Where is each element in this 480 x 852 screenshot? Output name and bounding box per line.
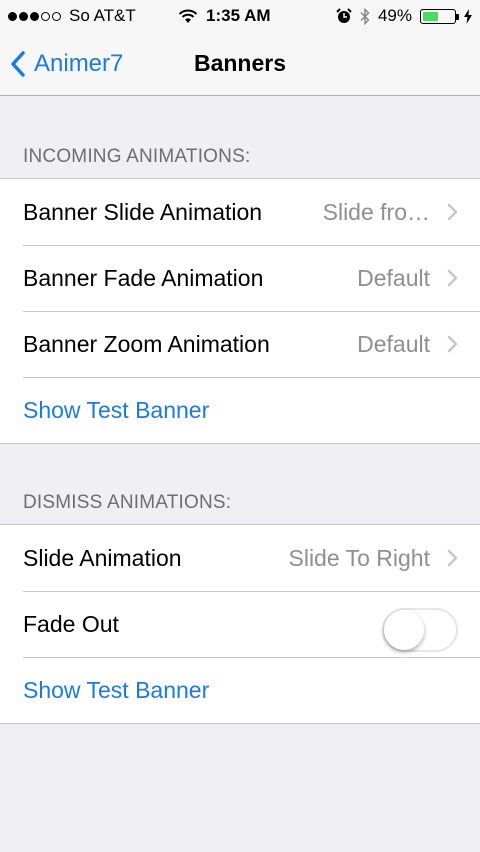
show-test-banner-label: Show Test Banner (23, 396, 210, 423)
status-right: 49% (336, 6, 472, 26)
alarm-icon (336, 8, 352, 23)
signal-dot (41, 11, 50, 21)
row-value: Slide To Right (288, 544, 431, 571)
navigation-bar: Animer7 Banners (0, 32, 480, 96)
status-time: 1:35 AM (206, 6, 271, 25)
status-left: So AT&T (8, 6, 136, 26)
battery-icon (420, 8, 459, 24)
row-label: Slide Animation (23, 544, 182, 571)
row-label: Banner Fade Animation (23, 264, 264, 291)
dismiss-animations-group: Slide Animation Slide To Right Fade Out … (0, 524, 480, 724)
chevron-right-icon (447, 269, 458, 287)
show-test-banner-button[interactable]: Show Test Banner (0, 377, 480, 443)
banner-fade-animation-row[interactable]: Banner Fade Animation Default (0, 245, 480, 311)
fade-out-row: Fade Out (0, 591, 480, 657)
banner-zoom-animation-row[interactable]: Banner Zoom Animation Default (0, 311, 480, 377)
battery-percent: 49% (377, 6, 412, 25)
incoming-animations-group: Banner Slide Animation Slide fro… Banner… (0, 178, 480, 444)
row-label: Fade Out (23, 610, 119, 637)
incoming-section-header: INCOMING ANIMATIONS: (23, 146, 251, 167)
status-bar: So AT&T 1:35 AM 49% (0, 0, 480, 32)
banner-slide-animation-row[interactable]: Banner Slide Animation Slide fro… (0, 179, 480, 245)
charging-icon (464, 8, 472, 24)
wifi-icon (178, 9, 198, 23)
battery-level (423, 11, 438, 21)
slide-animation-row[interactable]: Slide Animation Slide To Right (0, 525, 480, 591)
show-test-banner-label: Show Test Banner (23, 676, 210, 703)
signal-strength-icon (8, 11, 61, 21)
signal-dot (8, 11, 17, 21)
bluetooth-icon (360, 7, 370, 25)
row-label: Banner Zoom Animation (23, 330, 270, 357)
signal-dot (52, 11, 61, 21)
dismiss-section-header: DISMISS ANIMATIONS: (23, 492, 232, 513)
carrier-name: So AT&T (69, 6, 136, 25)
show-test-banner-button[interactable]: Show Test Banner (0, 657, 480, 723)
toggle-knob (384, 610, 424, 650)
row-value: Default (357, 330, 430, 357)
chevron-right-icon (447, 549, 458, 567)
status-center: 1:35 AM (178, 6, 271, 26)
chevron-right-icon (447, 203, 458, 221)
page-title: Banners (193, 50, 287, 76)
signal-dot (30, 11, 39, 21)
signal-dot (19, 11, 28, 21)
row-value: Default (357, 264, 430, 291)
chevron-right-icon (447, 335, 458, 353)
battery-tip (456, 13, 459, 20)
row-label: Banner Slide Animation (23, 198, 263, 225)
fade-out-toggle[interactable] (382, 608, 458, 652)
row-value: Slide fro… (322, 198, 430, 225)
